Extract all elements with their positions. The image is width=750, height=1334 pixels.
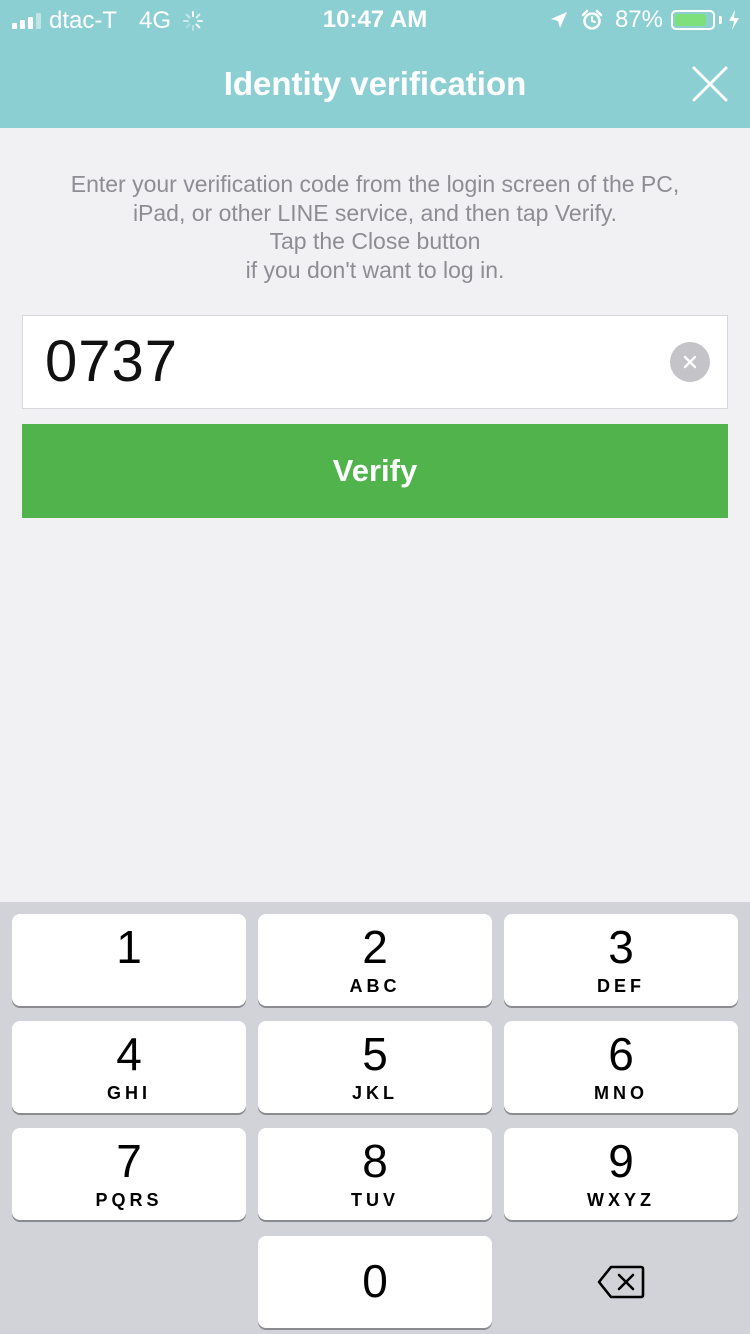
key-letters: PQRS: [95, 1190, 163, 1210]
battery-percentage: 87%: [614, 6, 663, 33]
key-number: 9: [608, 1135, 634, 1187]
backspace-icon: [597, 1265, 645, 1299]
alarm-clock-icon: [581, 9, 603, 31]
instruction-line: if you don't want to log in.: [245, 256, 505, 283]
key-number: 5: [362, 1028, 388, 1080]
close-icon: [692, 66, 728, 102]
key-number: 7: [116, 1135, 142, 1187]
instruction-line: Tap the Close button: [269, 228, 481, 254]
verification-code-value[interactable]: 0737: [45, 330, 178, 394]
battery-fill: [675, 14, 707, 26]
key-letters: WXYZ: [587, 1190, 655, 1210]
key-4[interactable]: 4 GHI: [12, 1021, 246, 1113]
delete-key[interactable]: [504, 1236, 738, 1328]
key-number: 1: [116, 921, 142, 973]
key-5[interactable]: 5 JKL: [258, 1021, 492, 1113]
charging-bolt-icon: [728, 10, 740, 30]
instructions-text: Enter your verification code from the lo…: [14, 170, 736, 284]
key-letters: TUV: [351, 1190, 399, 1210]
key-2[interactable]: 2 ABC: [258, 914, 492, 1006]
location-arrow-icon: [549, 10, 569, 30]
instruction-line: iPad, or other LINE service, and then ta…: [132, 199, 618, 226]
close-button[interactable]: [686, 62, 734, 106]
status-bar: dtac-T 4G 10:47 AM 87%: [0, 0, 750, 40]
key-letters: ABC: [349, 976, 401, 996]
key-letters: MNO: [594, 1083, 648, 1103]
key-7[interactable]: 7 PQRS: [12, 1128, 246, 1220]
status-bar-right: 87%: [549, 6, 740, 33]
verification-code-field[interactable]: 0737: [22, 315, 728, 409]
key-3[interactable]: 3 DEF: [504, 914, 738, 1006]
header-bar: dtac-T 4G 10:47 AM 87% Identity verifica…: [0, 0, 750, 128]
key-letters: JKL: [351, 1083, 398, 1103]
numeric-keypad: 1 2 ABC 3 DEF 4 GHI 5 JKL 6 MNO 7 PQRS 8…: [0, 902, 750, 1334]
instruction-line: Enter your verification code from the lo…: [70, 171, 680, 197]
clear-input-button[interactable]: [670, 342, 710, 382]
battery-nub: [719, 16, 722, 24]
key-number: 4: [116, 1028, 142, 1080]
verify-button[interactable]: Verify: [22, 424, 728, 518]
key-0[interactable]: 0: [258, 1236, 492, 1328]
key-number: 6: [608, 1028, 634, 1080]
clear-x-icon: [683, 355, 697, 369]
key-number: 3: [608, 921, 634, 973]
key-letters: GHI: [106, 1083, 151, 1103]
key-number: 2: [362, 921, 388, 973]
page-title: Identity verification: [223, 65, 527, 102]
key-8[interactable]: 8 TUV: [258, 1128, 492, 1220]
key-6[interactable]: 6 MNO: [504, 1021, 738, 1113]
key-9[interactable]: 9 WXYZ: [504, 1128, 738, 1220]
key-letters: DEF: [597, 976, 645, 996]
battery-icon: [671, 10, 715, 30]
key-number: 8: [362, 1135, 388, 1187]
key-number: 0: [362, 1255, 388, 1307]
key-1[interactable]: 1: [12, 914, 246, 1006]
